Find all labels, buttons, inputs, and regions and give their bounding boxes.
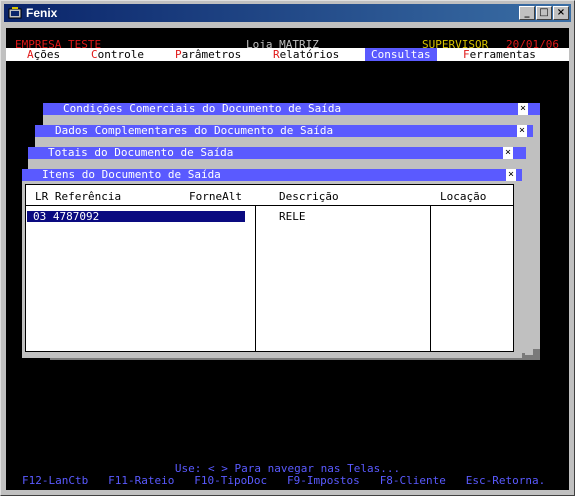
title-bar[interactable]: Fenix _ □ × bbox=[4, 4, 571, 22]
fkey-f11[interactable]: F11-Rateio bbox=[108, 474, 174, 487]
col-header-lr-referencia: LR Referência bbox=[35, 190, 122, 203]
popup-title: Condições Comerciais do Documento de Saí… bbox=[43, 103, 540, 115]
close-icon[interactable]: × bbox=[518, 103, 528, 115]
table-row-selected[interactable]: 03 4787092 bbox=[27, 211, 245, 222]
menu-items: Ações Controle Parâmetros Relatórios Con… bbox=[6, 48, 569, 61]
fkey-f12[interactable]: F12-LanCtb bbox=[22, 474, 88, 487]
col-header-fornealt: ForneAlt bbox=[189, 190, 242, 203]
function-keys: F12-LanCtb F11-Rateio F10-TipoDoc F9-Imp… bbox=[6, 474, 569, 487]
cell-descricao: RELE bbox=[279, 210, 306, 223]
col-header-locacao: Locação bbox=[440, 190, 487, 203]
header-divider bbox=[26, 205, 513, 206]
column-divider bbox=[430, 205, 431, 352]
status-area: Use: < > Para navegar nas Telas... F12-L… bbox=[6, 460, 569, 490]
menu-ferramentas[interactable]: Ferramentas bbox=[462, 48, 537, 61]
popup-title: Itens do Documento de Saída bbox=[22, 169, 522, 181]
minimize-button[interactable]: _ bbox=[519, 6, 535, 20]
close-icon[interactable]: × bbox=[506, 169, 516, 181]
menu-acoes[interactable]: Ações bbox=[26, 48, 62, 61]
window-title: Fenix bbox=[26, 6, 58, 20]
maximize-button[interactable]: □ bbox=[536, 6, 552, 20]
menu-consultas[interactable]: Consultas bbox=[365, 48, 437, 61]
app-icon bbox=[8, 7, 22, 19]
menu-relatorios[interactable]: Relatórios bbox=[272, 48, 341, 61]
column-divider bbox=[255, 205, 256, 352]
menu-controle[interactable]: Controle bbox=[90, 48, 145, 61]
fkey-f8[interactable]: F8-Cliente bbox=[380, 474, 446, 487]
close-button[interactable]: × bbox=[553, 6, 569, 20]
close-icon[interactable]: × bbox=[503, 147, 513, 159]
close-icon[interactable]: × bbox=[517, 125, 527, 137]
fkey-esc[interactable]: Esc-Retorna. bbox=[466, 474, 545, 487]
popup-title: Dados Complementares do Documento de Saí… bbox=[35, 125, 533, 137]
menu-parametros[interactable]: Parâmetros bbox=[174, 48, 243, 61]
cell-lr-referencia: 03 4787092 bbox=[33, 210, 100, 223]
items-table: LR Referência ForneAlt Descrição Locação… bbox=[25, 184, 514, 352]
col-header-descricao: Descrição bbox=[279, 190, 339, 203]
popup-itens: Itens do Documento de Saída × LR Referên… bbox=[22, 169, 522, 358]
fkey-f10[interactable]: F10-TipoDoc bbox=[194, 474, 267, 487]
terminal-area: EMPRESA TESTE Loja MATRIZ SUPERVISOR 20/… bbox=[6, 28, 569, 460]
fkey-f9[interactable]: F9-Impostos bbox=[287, 474, 360, 487]
popup-title: Totais do Documento de Saída bbox=[28, 147, 526, 159]
